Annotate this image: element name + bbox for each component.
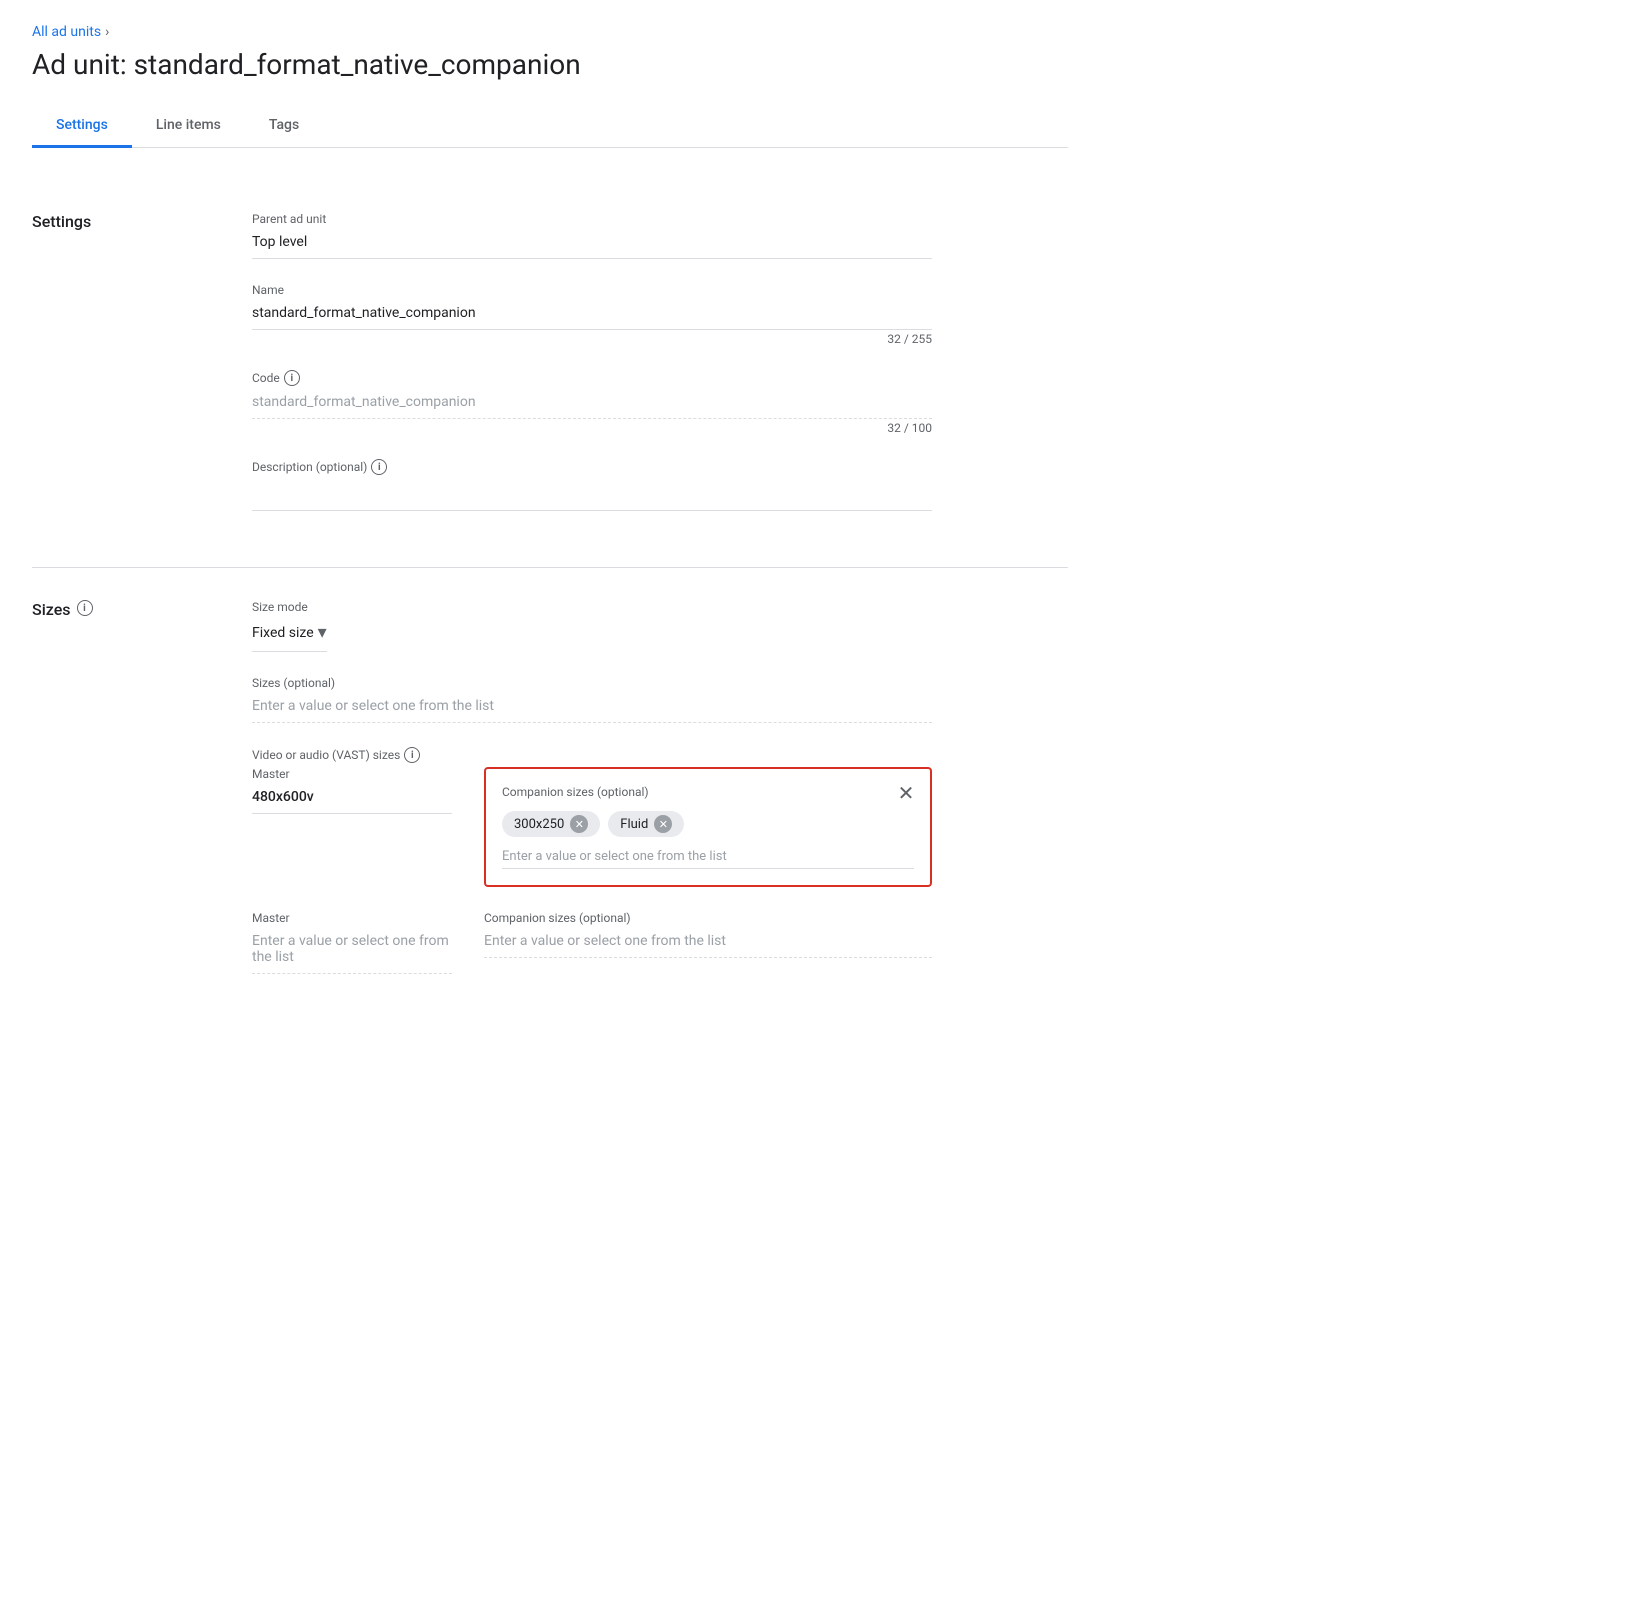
companion-tag-300x250: 300x250 ✕ bbox=[502, 811, 600, 837]
sizes-section-content: Size mode Fixed size ▾ Sizes (optional) … bbox=[252, 600, 932, 974]
vast-master-row-2: Master Enter a value or select one from … bbox=[252, 911, 932, 974]
companion-label-2: Companion sizes (optional) bbox=[484, 911, 932, 925]
code-label: Code i bbox=[252, 370, 932, 386]
companion-tag-fluid-label: Fluid bbox=[620, 817, 648, 832]
vast-field: Video or audio (VAST) sizes i bbox=[252, 747, 932, 763]
companion-sizes-label: Companion sizes (optional) bbox=[502, 785, 914, 799]
companion-tags-container: 300x250 ✕ Fluid ✕ bbox=[502, 811, 914, 837]
parent-ad-unit-field: Parent ad unit Top level bbox=[252, 212, 932, 259]
name-value[interactable]: standard_format_native_companion bbox=[252, 301, 932, 330]
master-label-1: Master bbox=[252, 767, 452, 781]
description-info-icon[interactable]: i bbox=[371, 459, 387, 475]
code-counter: 32 / 100 bbox=[252, 421, 932, 435]
size-mode-value: Fixed size bbox=[252, 625, 314, 641]
sizes-info-icon[interactable]: i bbox=[77, 600, 93, 616]
sizes-section: Sizes i Size mode Fixed size ▾ Sizes (op… bbox=[32, 568, 1068, 1006]
companion-input-2[interactable]: Enter a value or select one from the lis… bbox=[484, 929, 932, 958]
description-label: Description (optional) i bbox=[252, 459, 932, 475]
dropdown-arrow-icon: ▾ bbox=[318, 622, 327, 643]
tabs-nav: Settings Line items Tags bbox=[32, 105, 1068, 148]
companion-popup: Companion sizes (optional) 300x250 ✕ Flu… bbox=[484, 767, 932, 887]
description-input[interactable] bbox=[252, 479, 932, 511]
master-value-1: 480x600v bbox=[252, 785, 452, 814]
name-counter: 32 / 255 bbox=[252, 332, 932, 346]
master-col-2: Master Enter a value or select one from … bbox=[252, 911, 452, 974]
companion-tag-fluid-close[interactable]: ✕ bbox=[654, 815, 672, 833]
settings-section: Settings Parent ad unit Top level Name s… bbox=[32, 180, 1068, 568]
settings-section-content: Parent ad unit Top level Name standard_f… bbox=[252, 212, 932, 535]
breadcrumb-chevron: › bbox=[105, 24, 109, 40]
settings-section-label: Settings bbox=[32, 212, 252, 535]
master-input-2[interactable]: Enter a value or select one from the lis… bbox=[252, 929, 452, 974]
size-mode-label: Size mode bbox=[252, 600, 932, 614]
master-col-1: Master 480x600v bbox=[252, 767, 452, 887]
breadcrumb: All ad units › bbox=[32, 24, 1068, 40]
size-mode-dropdown[interactable]: Fixed size ▾ bbox=[252, 618, 327, 652]
parent-ad-unit-value: Top level bbox=[252, 230, 932, 259]
breadcrumb-link[interactable]: All ad units bbox=[32, 24, 101, 40]
companion-tag-300x250-label: 300x250 bbox=[514, 817, 564, 832]
tab-tags[interactable]: Tags bbox=[245, 105, 323, 148]
page-title: Ad unit: standard_format_native_companio… bbox=[32, 48, 1068, 81]
companion-col-2: Companion sizes (optional) Enter a value… bbox=[484, 911, 932, 974]
vast-info-icon[interactable]: i bbox=[404, 747, 420, 763]
name-label: Name bbox=[252, 283, 932, 297]
companion-tag-fluid: Fluid ✕ bbox=[608, 811, 684, 837]
description-field: Description (optional) i bbox=[252, 459, 932, 511]
vast-label: Video or audio (VAST) sizes i bbox=[252, 747, 932, 763]
size-mode-field: Size mode Fixed size ▾ bbox=[252, 600, 932, 652]
master-label-2: Master bbox=[252, 911, 452, 925]
sizes-optional-input[interactable]: Enter a value or select one from the lis… bbox=[252, 694, 932, 723]
code-input[interactable]: standard_format_native_companion bbox=[252, 390, 932, 419]
companion-tag-300x250-close[interactable]: ✕ bbox=[570, 815, 588, 833]
sizes-optional-label: Sizes (optional) bbox=[252, 676, 932, 690]
vast-master-row-1: Master 480x600v Companion sizes (optiona… bbox=[252, 767, 932, 887]
sizes-optional-field: Sizes (optional) Enter a value or select… bbox=[252, 676, 932, 723]
tab-settings[interactable]: Settings bbox=[32, 105, 132, 148]
code-field: Code i standard_format_native_companion … bbox=[252, 370, 932, 435]
code-info-icon[interactable]: i bbox=[284, 370, 300, 386]
name-field: Name standard_format_native_companion 32… bbox=[252, 283, 932, 346]
companion-input[interactable]: Enter a value or select one from the lis… bbox=[502, 849, 914, 869]
tab-line-items[interactable]: Line items bbox=[132, 105, 245, 148]
sizes-section-label: Sizes i bbox=[32, 600, 252, 974]
popup-close-button[interactable]: ✕ bbox=[890, 777, 922, 809]
parent-ad-unit-label: Parent ad unit bbox=[252, 212, 932, 226]
